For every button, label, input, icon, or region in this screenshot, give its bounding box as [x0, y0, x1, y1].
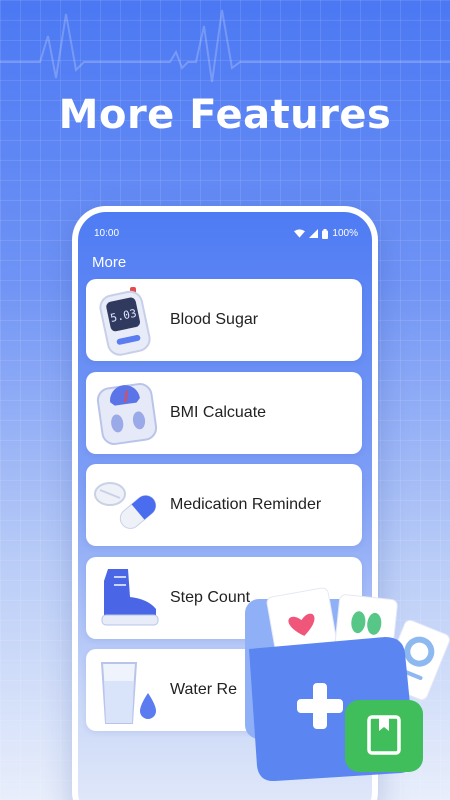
feature-card-bmi[interactable]: BMI Calcuate [86, 372, 362, 454]
glucose-meter-icon: 5.03 [99, 287, 151, 356]
signal-icon [309, 229, 319, 238]
battery-percent: 100% [332, 228, 358, 239]
battery-icon [322, 228, 329, 239]
promo-headline: More Features [58, 92, 392, 138]
medical-folder-illustration [245, 587, 450, 782]
scale-icon [96, 383, 158, 445]
feature-label-blood-sugar: Blood Sugar [170, 311, 259, 328]
wifi-icon [294, 229, 306, 238]
status-time: 10:00 [94, 228, 120, 239]
feature-card-blood-sugar[interactable]: 5.03 Blood Sugar [86, 279, 362, 361]
shoe-icon [101, 569, 159, 626]
feature-label-bmi: BMI Calcuate [170, 404, 267, 421]
heartbeat-line-decoration [0, 9, 450, 83]
pills-icon [94, 482, 157, 529]
status-bar: 10:00 100% [94, 228, 358, 239]
feature-label-medication-reminder: Medication Reminder [170, 496, 322, 513]
page-title: More [92, 254, 127, 271]
feature-label-water-reminder: Water Re [170, 681, 237, 698]
book-icon [345, 700, 423, 772]
feature-card-medication-reminder[interactable]: Medication Reminder [86, 464, 362, 546]
water-glass-icon [100, 662, 156, 724]
